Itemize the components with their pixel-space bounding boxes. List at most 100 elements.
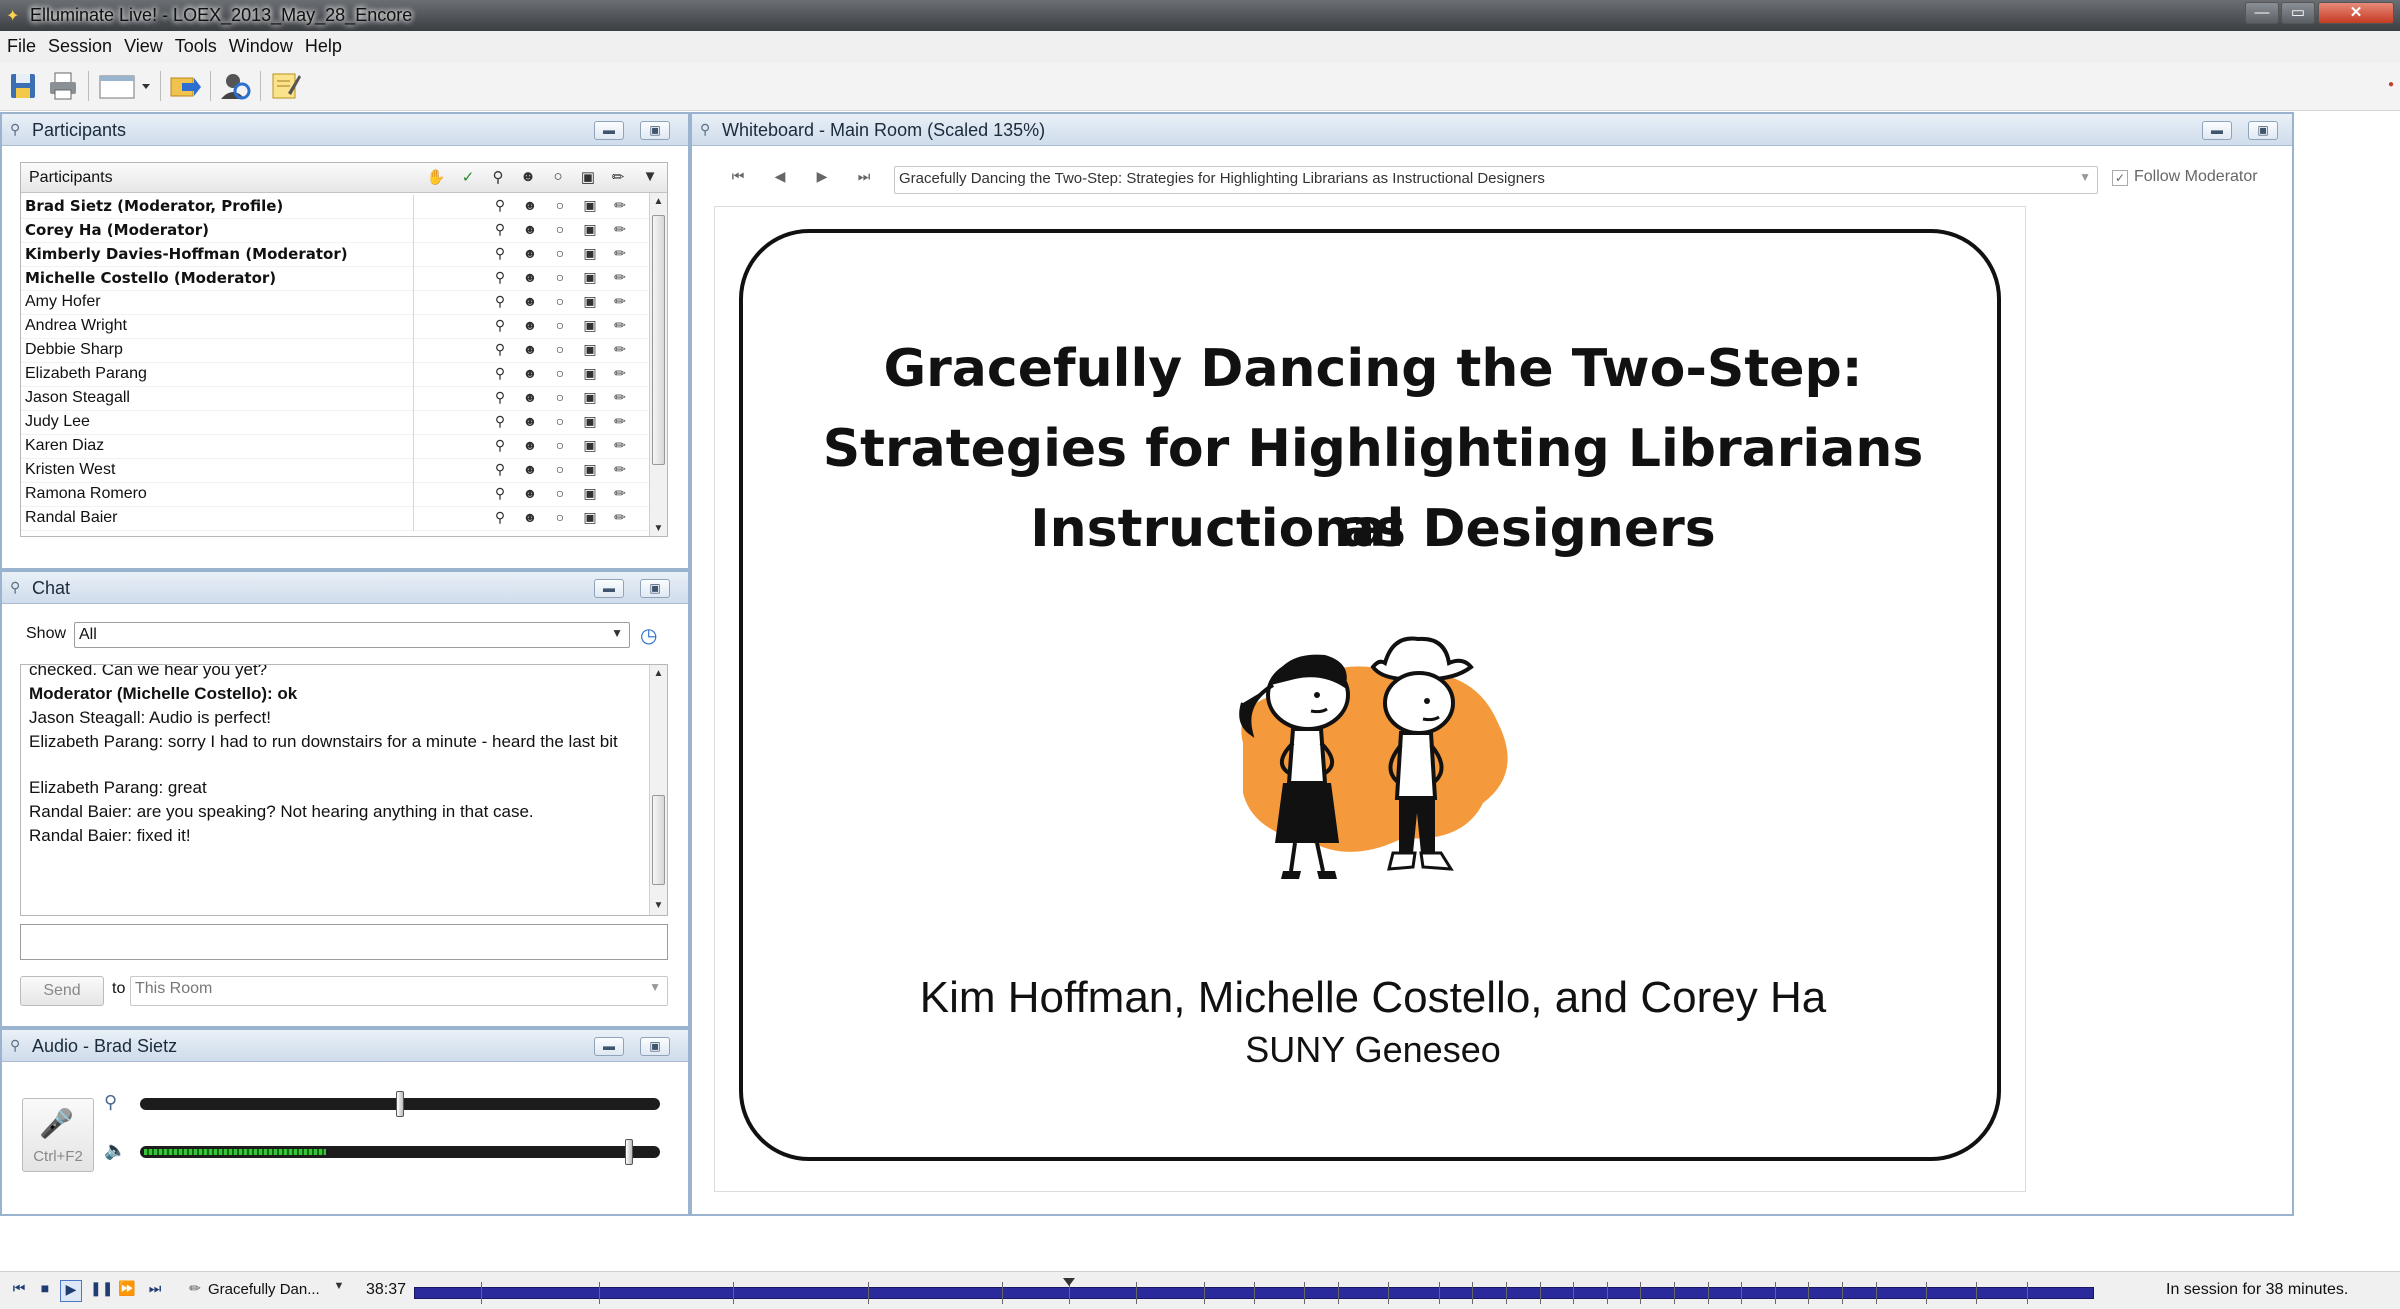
camera-person-icon[interactable]: ☻	[519, 437, 541, 457]
pin-icon[interactable]: ⚲	[700, 121, 710, 138]
microphone-icon[interactable]: ⚲	[489, 413, 511, 433]
panel-maximize-button[interactable]: ▣	[2248, 121, 2278, 140]
whiteboard-icon[interactable]: ▣	[579, 221, 601, 241]
close-button[interactable]: ✕	[2318, 2, 2394, 24]
menu-view[interactable]: View	[117, 31, 168, 57]
microphone-slider[interactable]	[140, 1091, 660, 1117]
first-page-icon[interactable]: ⏮	[726, 168, 750, 192]
pause-icon[interactable]: ❚❚	[90, 1280, 113, 1302]
panel-minimize-button[interactable]: ▬	[594, 1037, 624, 1056]
whiteboard-page-select[interactable]: Gracefully Dancing the Two-Step: Strateg…	[894, 166, 2098, 194]
microphone-icon[interactable]: ⚲	[489, 317, 511, 337]
microphone-icon[interactable]: ⚲	[489, 293, 511, 313]
speaker-volume-knob[interactable]	[624, 1139, 633, 1165]
participant-row[interactable]: Judy Lee ⚲ ☻ ○ ▣ ✏	[21, 411, 651, 435]
panel-maximize-button[interactable]: ▣	[640, 579, 670, 598]
playhead-marker[interactable]	[1063, 1278, 1076, 1286]
whiteboard-icon[interactable]: ▣	[579, 341, 601, 361]
pencil-icon[interactable]: ✏	[609, 341, 631, 361]
participants-column-title[interactable]: Participants	[29, 169, 113, 187]
chat-bubble-icon[interactable]: ○	[549, 221, 571, 241]
pin-icon[interactable]: ⚲	[10, 579, 20, 596]
pencil-icon[interactable]: ✏	[609, 269, 631, 289]
pencil-icon[interactable]: ✏	[609, 293, 631, 313]
scroll-down-icon[interactable]: ▼	[650, 520, 667, 536]
microphone-icon[interactable]: ⚲	[489, 245, 511, 265]
participant-row[interactable]: Amy Hofer ⚲ ☻ ○ ▣ ✏	[21, 291, 651, 315]
scroll-down-icon[interactable]: ▼	[650, 897, 667, 915]
chat-bubble-icon[interactable]: ○	[549, 413, 571, 433]
participants-scrollbar[interactable]: ▲ ▼	[649, 193, 667, 536]
camera-person-icon[interactable]: ☻	[519, 245, 541, 265]
whiteboard-icon[interactable]: ▣	[579, 245, 601, 265]
chat-bubble-icon[interactable]: ○	[549, 485, 571, 505]
pencil-icon[interactable]: ✏	[607, 168, 629, 188]
camera-person-icon[interactable]: ☻	[519, 365, 541, 385]
menu-file[interactable]: File	[0, 31, 41, 57]
print-icon[interactable]	[46, 69, 80, 103]
last-page-icon[interactable]: ⏭	[852, 168, 876, 192]
pin-icon[interactable]: ⚲	[10, 1037, 20, 1054]
camera-person-icon[interactable]: ☻	[519, 389, 541, 409]
chat-bubble-icon[interactable]: ○	[549, 293, 571, 313]
microphone-icon[interactable]: ⚲	[489, 221, 511, 241]
chat-bubble-icon[interactable]: ○	[549, 437, 571, 457]
microphone-icon[interactable]: ⚲	[487, 168, 509, 188]
whiteboard-icon[interactable]: ▣	[579, 509, 601, 529]
scroll-up-icon[interactable]: ▲	[650, 665, 667, 683]
panel-maximize-button[interactable]: ▣	[640, 1037, 670, 1056]
chat-bubble-icon[interactable]: ○	[549, 317, 571, 337]
whiteboard-icon[interactable]: ▣	[579, 413, 601, 433]
scroll-thumb[interactable]	[652, 795, 665, 885]
play-icon[interactable]: ▶	[60, 1280, 82, 1302]
pencil-icon[interactable]: ✏	[609, 245, 631, 265]
panel-minimize-button[interactable]: ▬	[594, 579, 624, 598]
chat-bubble-icon[interactable]: ○	[547, 168, 569, 188]
notes-icon[interactable]	[268, 69, 302, 103]
whiteboard-icon[interactable]: ▣	[579, 485, 601, 505]
chat-recipient-select[interactable]: This Room ▼	[130, 976, 668, 1006]
menu-tools[interactable]: Tools	[168, 31, 222, 57]
chat-show-select[interactable]: All ▼	[74, 622, 630, 648]
profile-icon[interactable]	[218, 69, 252, 103]
pencil-icon[interactable]: ✏	[609, 437, 631, 457]
camera-person-icon[interactable]: ☻	[519, 413, 541, 433]
microphone-icon[interactable]: ⚲	[489, 269, 511, 289]
camera-person-icon[interactable]: ☻	[519, 269, 541, 289]
panel-maximize-button[interactable]: ▣	[640, 121, 670, 140]
camera-person-icon[interactable]: ☻	[517, 168, 539, 188]
participant-row[interactable]: Kimberly Davies-Hoffman (Moderator) ⚲ ☻ ○ ▣ ✏	[21, 243, 651, 267]
pencil-icon[interactable]: ✏	[609, 221, 631, 241]
microphone-icon[interactable]: ⚲	[489, 341, 511, 361]
load-icon[interactable]	[168, 69, 202, 103]
send-button[interactable]: Send	[20, 976, 104, 1006]
pencil-icon[interactable]: ✏	[609, 461, 631, 481]
chat-bubble-icon[interactable]: ○	[549, 509, 571, 529]
speaker-volume-slider[interactable]	[140, 1139, 660, 1165]
chevron-down-icon[interactable]: ▼	[328, 1280, 350, 1302]
pencil-icon[interactable]: ✏	[609, 413, 631, 433]
camera-person-icon[interactable]: ☻	[519, 317, 541, 337]
whiteboard-icon[interactable]: ▣	[579, 389, 601, 409]
previous-page-icon[interactable]: ◀	[768, 168, 792, 192]
chat-message-input[interactable]	[20, 924, 668, 960]
skip-to-end-icon[interactable]: ⏭	[144, 1280, 166, 1302]
pin-icon[interactable]: ⚲	[10, 121, 20, 138]
pencil-icon[interactable]: ✏	[609, 365, 631, 385]
camera-person-icon[interactable]: ☻	[519, 293, 541, 313]
camera-person-icon[interactable]: ☻	[519, 509, 541, 529]
pencil-icon[interactable]: ✏	[609, 317, 631, 337]
microphone-icon[interactable]: ⚲	[489, 389, 511, 409]
camera-person-icon[interactable]: ☻	[519, 221, 541, 241]
pencil-icon[interactable]: ✏	[609, 509, 631, 529]
chat-bubble-icon[interactable]: ○	[549, 341, 571, 361]
next-page-icon[interactable]: ▶	[810, 168, 834, 192]
participant-row[interactable]: Jason Steagall ⚲ ☻ ○ ▣ ✏	[21, 387, 651, 411]
pencil-icon[interactable]: ✏	[609, 197, 631, 217]
participant-row[interactable]: Elizabeth Parang ⚲ ☻ ○ ▣ ✏	[21, 363, 651, 387]
whiteboard-icon[interactable]: ▣	[579, 293, 601, 313]
microphone-icon[interactable]: ⚲	[489, 485, 511, 505]
scroll-thumb[interactable]	[652, 215, 665, 465]
participant-row[interactable]: Debbie Sharp ⚲ ☻ ○ ▣ ✏	[21, 339, 651, 363]
check-cross-icon[interactable]: ✓	[457, 168, 479, 188]
